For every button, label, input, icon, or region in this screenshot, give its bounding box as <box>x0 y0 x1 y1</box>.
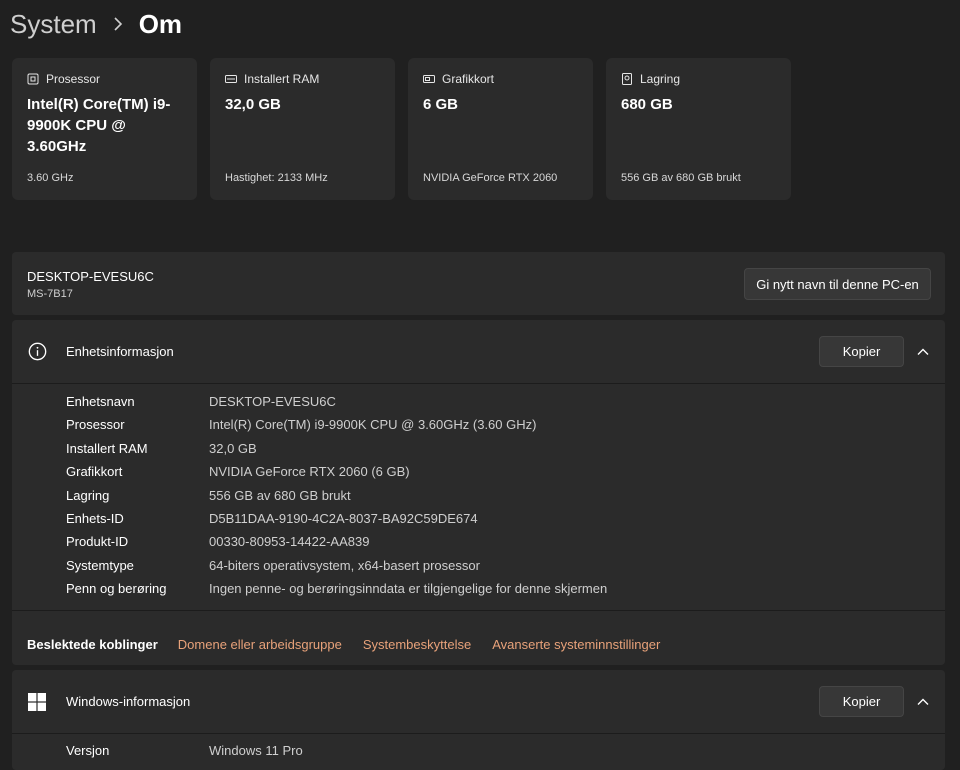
device-info-section: Enhetsinformasjon Kopier Enhetsnavn DESKT… <box>12 320 945 665</box>
spec-value: 680 GB <box>621 96 673 113</box>
info-key: Versjon <box>66 743 110 758</box>
spec-label: Prosessor <box>46 72 101 86</box>
info-value: 64-biters operativsystem, x64-basert pro… <box>209 558 480 573</box>
ram-icon <box>225 75 237 83</box>
info-key: Lagring <box>66 488 110 503</box>
info-value: 32,0 GB <box>209 441 257 456</box>
info-key: Installert RAM <box>66 441 148 456</box>
info-key: Prosessor <box>66 417 125 432</box>
rename-pc-button[interactable]: Gi nytt navn til denne PC-en <box>744 268 931 300</box>
info-value: Intel(R) Core(TM) i9-9900K CPU @ 3.60GHz… <box>209 417 537 432</box>
page-title: Om <box>138 8 183 39</box>
info-row-device-name: Enhetsnavn DESKTOP-EVESU6C <box>66 394 336 414</box>
advanced-system-settings-link[interactable]: Avanserte systeminnstillinger <box>492 637 660 652</box>
windows-logo-icon <box>28 693 46 711</box>
info-row-pen-touch: Penn og berøring Ingen penne- og berøring… <box>66 581 607 601</box>
copy-windows-info-button[interactable]: Kopier <box>819 686 904 717</box>
windows-info-section: Windows-informasjon Kopier Versjon Window… <box>12 670 945 770</box>
spec-label: Grafikkort <box>442 72 495 86</box>
spec-subtext: NVIDIA GeForce RTX 2060 <box>423 172 558 184</box>
info-row-system-type: Systemtype 64-biters operativsystem, x64-… <box>66 558 480 578</box>
spec-subtext: Hastighet: 2133 MHz <box>225 172 328 184</box>
spec-label: Installert RAM <box>244 72 320 86</box>
info-row-version: Versjon Windows 11 Pro <box>66 743 303 763</box>
chevron-up-icon[interactable] <box>915 694 931 710</box>
spec-card-processor: Prosessor Intel(R) Core(TM) i9-9900K CPU… <box>12 58 197 200</box>
info-row-processor: Prosessor Intel(R) Core(TM) i9-9900K CPU … <box>66 417 536 437</box>
info-icon <box>28 342 47 361</box>
pc-name: DESKTOP-EVESU6C <box>27 269 154 284</box>
breadcrumb-system-link[interactable]: System <box>10 9 97 40</box>
divider <box>12 733 945 734</box>
chevron-up-icon[interactable] <box>915 344 931 360</box>
info-value: Ingen penne- og berøringsinndata er tilg… <box>209 581 608 596</box>
info-row-device-id: Enhets-ID D5B11DAA-9190-4C2A-8037-BA92C59… <box>66 511 478 531</box>
spec-value: 32,0 GB <box>225 96 281 113</box>
spec-card-ram: Installert RAM 32,0 GB Hastighet: 2133 M… <box>210 58 395 200</box>
chevron-right-icon <box>113 17 123 31</box>
info-row-ram: Installert RAM 32,0 GB <box>66 441 257 461</box>
device-info-header[interactable]: Enhetsinformasjon Kopier <box>12 320 945 383</box>
spec-card-gpu: Grafikkort 6 GB NVIDIA GeForce RTX 2060 <box>408 58 593 200</box>
related-links: Beslektede koblinger Domene eller arbeid… <box>27 637 681 652</box>
copy-device-info-button[interactable]: Kopier <box>819 336 904 367</box>
windows-info-title: Windows-informasjon <box>66 694 191 709</box>
windows-info-header[interactable]: Windows-informasjon Kopier <box>12 670 945 733</box>
info-value: Windows 11 Pro <box>209 743 303 758</box>
gpu-icon <box>423 75 435 83</box>
device-info-title: Enhetsinformasjon <box>66 344 174 359</box>
divider <box>12 610 945 611</box>
info-value: D5B11DAA-9190-4C2A-8037-BA92C59DE674 <box>209 511 478 526</box>
info-key: Penn og berøring <box>66 581 167 596</box>
spec-card-storage: Lagring 680 GB 556 GB av 680 GB brukt <box>606 58 791 200</box>
domain-workgroup-link[interactable]: Domene eller arbeidsgruppe <box>178 637 342 652</box>
breadcrumb: System Om <box>10 6 182 42</box>
related-links-label: Beslektede koblinger <box>27 637 158 652</box>
info-key: Enhets-ID <box>66 511 124 526</box>
spec-subtext: 3.60 GHz <box>27 172 74 184</box>
info-value: DESKTOP-EVESU6C <box>209 394 336 409</box>
info-value: 00330-80953-14422-AA839 <box>209 534 370 549</box>
info-key: Grafikkort <box>66 464 123 479</box>
info-key: Enhetsnavn <box>66 394 135 409</box>
info-row-storage: Lagring 556 GB av 680 GB brukt <box>66 488 351 508</box>
info-value: NVIDIA GeForce RTX 2060 (6 GB) <box>209 464 410 479</box>
divider <box>12 383 945 384</box>
pc-model: MS-7B17 <box>27 288 73 300</box>
info-key: Produkt-ID <box>66 534 129 549</box>
spec-value: 6 GB <box>423 96 459 113</box>
processor-icon <box>27 73 39 85</box>
spec-label: Lagring <box>640 72 681 86</box>
info-row-gpu: Grafikkort NVIDIA GeForce RTX 2060 (6 GB) <box>66 464 410 484</box>
info-row-product-id: Produkt-ID 00330-80953-14422-AA839 <box>66 534 369 554</box>
info-key: Systemtype <box>66 558 134 573</box>
system-protection-link[interactable]: Systembeskyttelse <box>363 637 471 652</box>
storage-icon <box>622 73 632 85</box>
spec-value: Intel(R) Core(TM) i9-9900K CPU @ 3.60GHz <box>27 96 171 155</box>
info-value: 556 GB av 680 GB brukt <box>209 488 351 503</box>
pc-name-panel: DESKTOP-EVESU6C MS-7B17 Gi nytt navn til… <box>12 252 945 315</box>
spec-subtext: 556 GB av 680 GB brukt <box>621 172 741 184</box>
